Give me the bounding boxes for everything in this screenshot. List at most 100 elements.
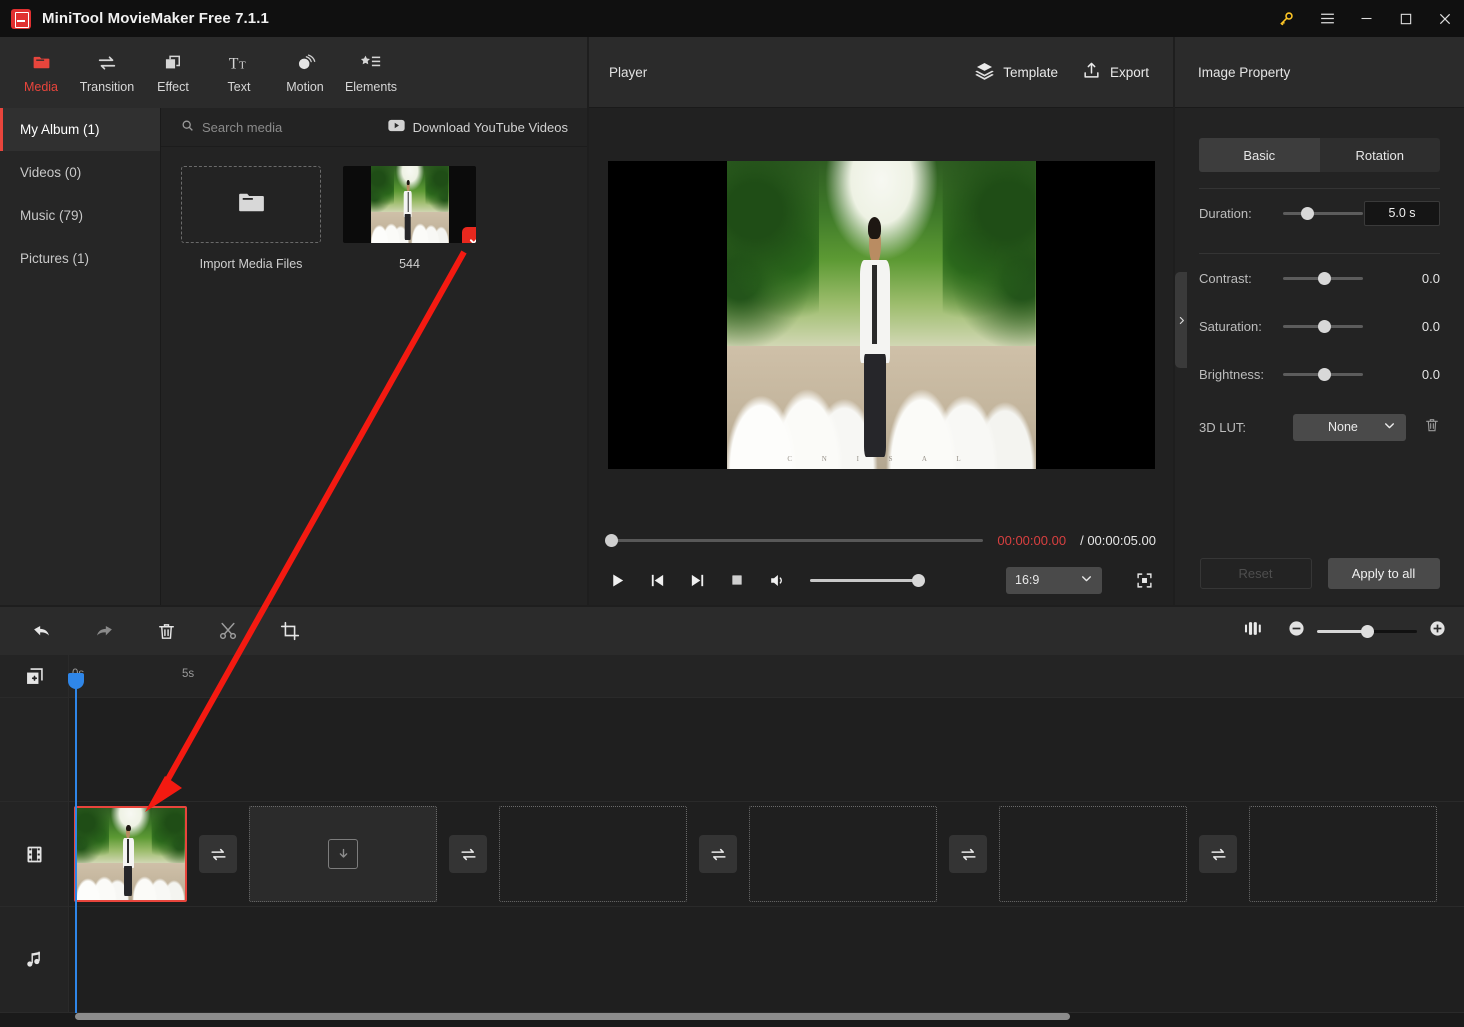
sidebar-item-videos[interactable]: Videos (0) [0, 151, 160, 194]
timeline-slot[interactable] [999, 806, 1187, 902]
timeline-slot[interactable] [249, 806, 437, 902]
transition-arrows-icon[interactable] [949, 835, 987, 873]
previous-frame-icon[interactable] [646, 569, 668, 591]
reset-button[interactable]: Reset [1199, 557, 1312, 589]
import-media-card[interactable]: Import Media Files [181, 166, 321, 271]
youtube-label: Download YouTube Videos [412, 119, 568, 135]
contrast-label: Contrast: [1199, 270, 1252, 286]
chevron-right-icon[interactable] [1175, 272, 1187, 368]
play-icon[interactable] [606, 569, 628, 591]
zoom-slider[interactable] [1317, 624, 1417, 638]
app-logo-icon [11, 8, 31, 29]
transition-arrows-icon[interactable] [699, 835, 737, 873]
key-icon[interactable] [1264, 0, 1308, 37]
folder-icon [31, 52, 52, 74]
timeline-scrollbar[interactable] [75, 1013, 1070, 1020]
tab-transition[interactable]: Transition [74, 42, 140, 104]
tab-rotation[interactable]: Rotation [1320, 138, 1441, 172]
timeline-slot[interactable] [1249, 806, 1437, 902]
duration-value[interactable]: 5.0 s [1364, 200, 1440, 226]
stop-icon[interactable] [726, 569, 748, 591]
scissors-icon[interactable] [208, 611, 248, 651]
tab-media[interactable]: Media [8, 42, 74, 104]
sidebar-item-my-album[interactable]: My Album (1) [0, 108, 160, 151]
fit-timeline-icon[interactable] [1243, 619, 1262, 643]
tab-elements[interactable]: Elements [338, 42, 404, 104]
import-drop-area[interactable] [181, 166, 321, 243]
duration-row: Duration: 5.0 s [1199, 189, 1440, 237]
checkmark-icon[interactable] [462, 227, 476, 243]
sidebar-item-pictures[interactable]: Pictures (1) [0, 237, 160, 280]
tab-text[interactable]: TT Text [206, 42, 272, 104]
tab-motion[interactable]: Motion [272, 42, 338, 104]
contrast-handle[interactable] [1318, 271, 1332, 285]
minimize-icon[interactable] [1347, 0, 1386, 37]
media-thumbnail[interactable] [343, 166, 476, 243]
sidebar-item-label: Music (79) [20, 208, 84, 223]
fullscreen-icon[interactable] [1132, 568, 1156, 592]
transition-arrows-icon[interactable] [449, 835, 487, 873]
maximize-icon[interactable] [1386, 0, 1425, 37]
export-button[interactable]: Export [1082, 61, 1149, 83]
volume-slider[interactable] [810, 573, 925, 587]
video-track-lane[interactable] [69, 802, 1464, 907]
close-icon[interactable] [1425, 0, 1464, 37]
add-media-icon[interactable] [0, 655, 69, 698]
volume-icon[interactable] [766, 569, 788, 591]
timeline-slot[interactable] [499, 806, 687, 902]
contrast-value: 0.0 [1421, 270, 1440, 286]
effect-squares-icon [163, 52, 183, 74]
zoom-handle[interactable] [1361, 624, 1374, 638]
trash-icon[interactable] [1424, 417, 1440, 438]
crop-icon[interactable] [270, 611, 310, 651]
duration-slider[interactable] [1283, 206, 1363, 220]
timeline-clip-selected[interactable] [74, 806, 187, 902]
film-strip-icon[interactable] [0, 802, 69, 907]
timeline-slot[interactable] [749, 806, 937, 902]
saturation-handle[interactable] [1318, 319, 1332, 333]
tab-basic[interactable]: Basic [1199, 138, 1320, 172]
zoom-in-icon[interactable] [1429, 620, 1446, 642]
effect-track-lane[interactable] [69, 698, 1464, 802]
apply-to-all-button[interactable]: Apply to all [1327, 557, 1440, 589]
timeline-zoom-group [1243, 619, 1446, 643]
next-frame-icon[interactable] [686, 569, 708, 591]
hamburger-menu-icon[interactable] [1308, 0, 1347, 37]
video-canvas[interactable]: C N I S A L [607, 161, 1155, 469]
svg-text:T: T [229, 55, 239, 72]
duration-handle[interactable] [1300, 206, 1314, 220]
audio-track-lane[interactable] [69, 907, 1464, 1013]
player-stage: C N I S A L [589, 108, 1173, 522]
saturation-slider[interactable] [1283, 319, 1363, 333]
search-input[interactable]: Search media [181, 119, 282, 135]
transition-arrows-icon[interactable] [199, 835, 237, 873]
effect-track-header[interactable] [0, 698, 69, 802]
lut-select[interactable]: None [1292, 413, 1406, 441]
undo-icon[interactable] [22, 611, 62, 651]
text-tt-icon: TT [228, 52, 250, 74]
playhead[interactable] [68, 673, 84, 1013]
download-youtube-videos-button[interactable]: Download YouTube Videos [387, 119, 568, 135]
brightness-handle[interactable] [1318, 367, 1332, 381]
track-headers [0, 655, 69, 1013]
transition-arrows-icon[interactable] [1199, 835, 1237, 873]
aspect-ratio-select[interactable]: 16:9 [1006, 566, 1102, 594]
app-title: MiniTool MovieMaker Free 7.1.1 [42, 10, 269, 27]
music-note-icon[interactable] [0, 907, 69, 1013]
player-panel: Player Template Export C N I S A L 00:00… [589, 37, 1173, 605]
contrast-slider[interactable] [1283, 271, 1363, 285]
zoom-out-icon[interactable] [1288, 620, 1305, 642]
seek-handle[interactable] [605, 533, 618, 547]
elements-star-list-icon [360, 52, 382, 74]
sidebar-item-music[interactable]: Music (79) [0, 194, 160, 237]
brightness-slider[interactable] [1283, 367, 1363, 381]
redo-icon[interactable] [84, 611, 124, 651]
trash-icon[interactable] [146, 611, 186, 651]
contrast-row: Contrast: 0.0 [1199, 254, 1440, 302]
tab-effect[interactable]: Effect [140, 42, 206, 104]
template-button[interactable]: Template [975, 61, 1058, 83]
timeline-ruler[interactable]: 0s 5s [69, 655, 1464, 698]
seek-slider[interactable] [605, 533, 984, 547]
media-item[interactable]: 544 [343, 166, 476, 271]
volume-handle[interactable] [912, 573, 925, 587]
